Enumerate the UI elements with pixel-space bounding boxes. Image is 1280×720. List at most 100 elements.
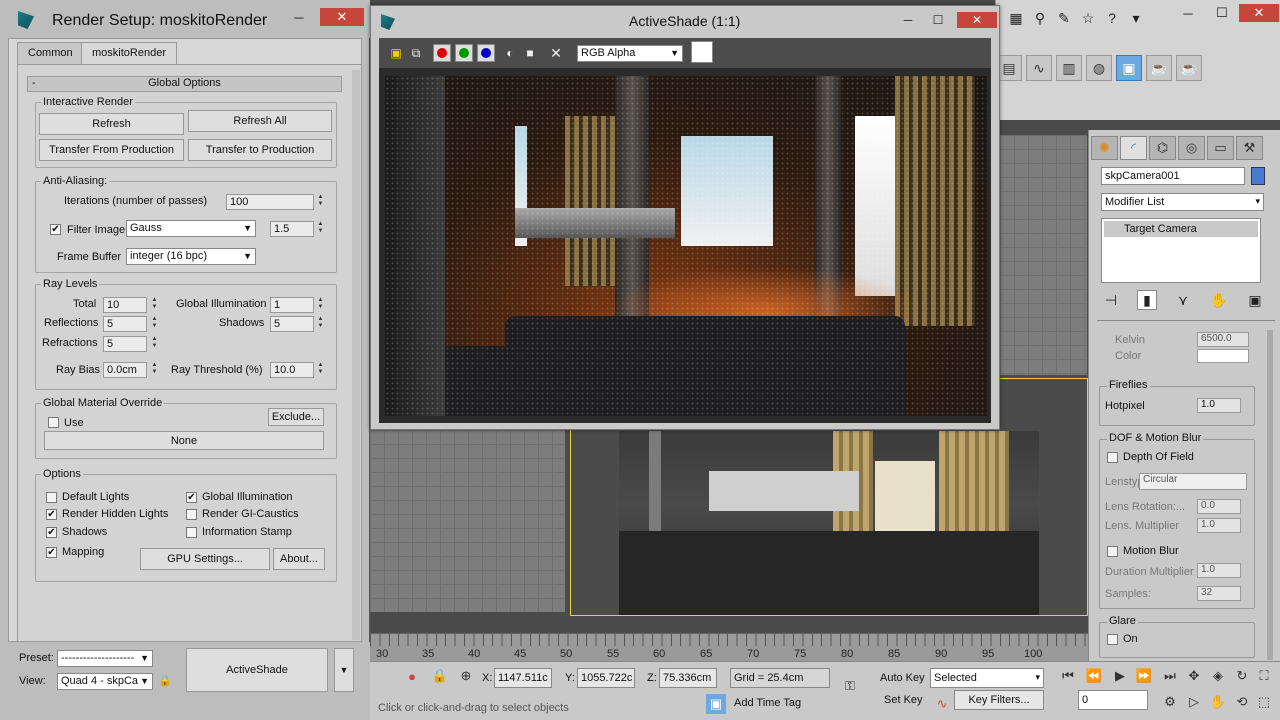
iterations-field[interactable]: 100 (226, 194, 314, 210)
remove-modifier-icon[interactable]: ✋ (1209, 290, 1229, 310)
red-channel-button[interactable] (433, 44, 451, 62)
global-illumination-checkbox[interactable]: ✔ (186, 492, 197, 503)
global-options-rollout[interactable]: - Global Options (27, 76, 342, 92)
search-icon[interactable]: ⚲ (1030, 8, 1050, 28)
activeshade-button[interactable]: ActiveShade (186, 648, 328, 692)
clear-icon[interactable]: ✕ (547, 44, 565, 62)
ray-bias-field[interactable]: 0.0cm (103, 362, 147, 378)
chevron-down-icon[interactable]: ▾ (1126, 8, 1146, 28)
filter-size-spinner[interactable]: ▲ ▼ (316, 221, 325, 237)
transfer-from-production-button[interactable]: Transfer From Production (39, 139, 184, 161)
filter-type-select[interactable]: Gauss ▼ (126, 220, 256, 237)
material-editor-icon[interactable]: ◍ (1086, 55, 1112, 81)
x-coordinate-field[interactable]: 1147.511c (494, 668, 552, 688)
preset-select[interactable]: -------------------- ▼ (57, 650, 153, 667)
modifier-list-select[interactable]: Modifier List ▾ (1101, 193, 1264, 211)
override-material-button[interactable]: None (44, 431, 324, 450)
y-coordinate-field[interactable]: 1055.722c (577, 668, 635, 688)
set-key-button[interactable]: Set Key (884, 694, 923, 706)
z-coordinate-field[interactable]: 75.336cm (659, 668, 717, 688)
frame-buffer-select[interactable]: integer (16 bpc) ▼ (126, 248, 256, 265)
rotate-view-icon[interactable]: ↻ (1232, 666, 1252, 686)
blue-channel-button[interactable] (477, 44, 495, 62)
shadows-ray-spinner[interactable]: ▲ ▼ (316, 316, 325, 332)
time-config-icon[interactable]: ⚙ (1160, 692, 1180, 712)
hotpixel-field[interactable]: 1.0 (1197, 398, 1241, 413)
reflections-spinner[interactable]: ▲ ▼ (150, 316, 159, 332)
walk-icon[interactable]: ▷ (1184, 692, 1204, 712)
exclude-button[interactable]: Exclude... (268, 408, 324, 426)
glare-on-checkbox[interactable] (1107, 634, 1118, 645)
total-ray-spinner[interactable]: ▲ ▼ (150, 297, 159, 313)
stack-item-target-camera[interactable]: Target Camera (1104, 221, 1258, 237)
information-stamp-checkbox[interactable] (186, 527, 197, 538)
modifier-stack[interactable]: Target Camera (1101, 218, 1261, 283)
show-end-result-icon[interactable]: ▮ (1137, 290, 1157, 310)
field-of-view-icon[interactable]: ⛶ (1254, 666, 1274, 686)
rendered-image[interactable] (385, 76, 987, 416)
curve-editor-icon[interactable]: ∿ (1026, 55, 1052, 81)
star-icon[interactable]: ☆ (1078, 8, 1098, 28)
depth-of-field-checkbox[interactable] (1107, 452, 1118, 463)
tangent-icon[interactable]: ∿ (932, 694, 952, 714)
render-setup-scrollbar[interactable] (352, 70, 360, 640)
light-color-swatch[interactable] (1197, 349, 1249, 363)
save-image-icon[interactable]: ▣ (387, 44, 405, 62)
refractions-spinner[interactable]: ▲ ▼ (150, 336, 159, 352)
use-override-checkbox[interactable] (48, 417, 59, 428)
filter-size-field[interactable]: 1.5 (270, 221, 314, 237)
ray-threshold-field[interactable]: 10.0 (270, 362, 314, 378)
isolate-icon[interactable]: ● (402, 666, 422, 686)
maximize-icon[interactable]: ☐ (1205, 4, 1239, 22)
iterations-spinner[interactable]: ▲ ▼ (316, 194, 325, 210)
motion-tab-icon[interactable]: ◎ (1178, 136, 1205, 160)
render-setup-icon[interactable]: ▣ (1116, 55, 1142, 81)
render-mode-dropdown[interactable]: ▼ (334, 648, 354, 692)
default-lights-checkbox[interactable] (46, 492, 57, 503)
lens-multiplier-field[interactable]: 1.0 (1197, 518, 1241, 533)
play-icon[interactable]: ▶ (1110, 666, 1130, 686)
orbit-subobject-icon[interactable]: ⟲ (1232, 692, 1252, 712)
wrench-icon[interactable]: ✎ (1054, 8, 1074, 28)
utilities-tab-icon[interactable]: ⚒ (1236, 136, 1263, 160)
command-panel-scrollbar[interactable] (1267, 330, 1273, 660)
next-frame-icon[interactable]: ⏩ (1134, 666, 1154, 686)
duration-multiplier-field[interactable]: 1.0 (1197, 563, 1241, 578)
pan-icon[interactable]: ✥ (1184, 666, 1204, 686)
modify-tab-icon[interactable]: ◜ (1120, 136, 1147, 160)
tab-moskitorender[interactable]: moskitoRender (81, 42, 177, 64)
view-select[interactable]: Quad 4 - skpCa ▼ (57, 673, 153, 690)
display-tab-icon[interactable]: ▭ (1207, 136, 1234, 160)
shadows-checkbox[interactable]: ✔ (46, 527, 57, 538)
lens-rotation-field[interactable]: 0.0 (1197, 499, 1241, 514)
refresh-button[interactable]: Refresh (39, 113, 184, 135)
gi-ray-spinner[interactable]: ▲ ▼ (316, 297, 325, 313)
key-icon[interactable]: ⚿ (840, 676, 860, 696)
lock-view-icon[interactable]: 🔒 (158, 674, 172, 690)
object-name-field[interactable]: skpCamera001 (1101, 167, 1245, 185)
maximize-viewport-icon[interactable]: ⬚ (1254, 692, 1274, 712)
time-tag-icon[interactable]: ▣ (706, 694, 726, 714)
render-gi-caustics-checkbox[interactable] (186, 509, 197, 520)
reflections-field[interactable]: 5 (103, 316, 147, 332)
timeline[interactable]: 30 35 40 45 50 55 60 65 70 75 80 85 90 9… (370, 633, 1088, 661)
mapping-checkbox[interactable]: ✔ (46, 547, 57, 558)
ray-bias-spinner[interactable]: ▲ ▼ (150, 362, 159, 378)
close-icon[interactable]: ✕ (957, 12, 997, 28)
samples-field[interactable]: 32 (1197, 586, 1241, 601)
close-icon[interactable]: ✕ (320, 8, 364, 26)
total-ray-field[interactable]: 10 (103, 297, 147, 313)
kelvin-radio[interactable]: Kelvin (1115, 334, 1145, 346)
copy-image-icon[interactable]: ⧉ (407, 44, 425, 62)
absolute-mode-icon[interactable]: ⊕ (456, 666, 476, 686)
minimize-icon[interactable]: ─ (282, 8, 316, 26)
orbit-icon[interactable]: ◈ (1208, 666, 1228, 686)
previous-frame-icon[interactable]: ⏪ (1084, 666, 1104, 686)
transfer-to-production-button[interactable]: Transfer to Production (188, 139, 332, 161)
background-color-swatch[interactable] (691, 41, 713, 63)
pin-stack-icon[interactable]: ⊣ (1101, 290, 1121, 310)
refractions-field[interactable]: 5 (103, 336, 147, 352)
go-to-start-icon[interactable]: ⏮ (1058, 666, 1078, 686)
object-color-swatch[interactable] (1251, 167, 1265, 185)
maximize-icon[interactable]: ☐ (923, 12, 953, 28)
